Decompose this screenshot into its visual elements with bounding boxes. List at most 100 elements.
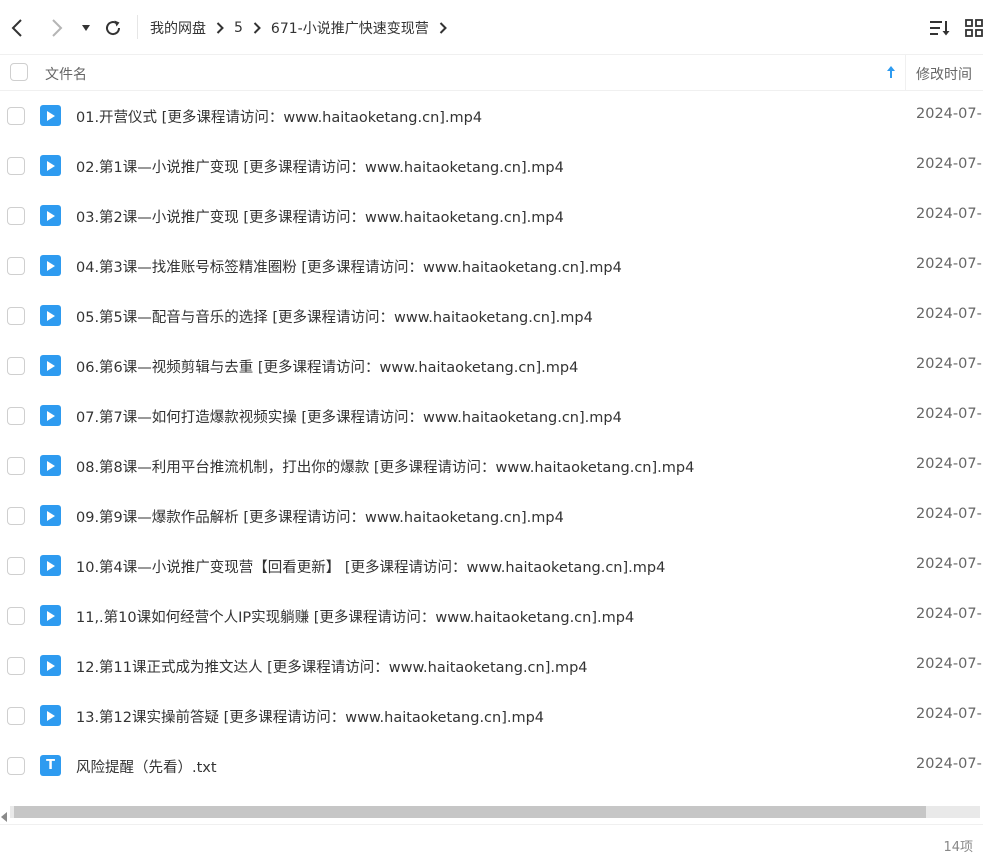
file-row[interactable]: 09.第9课—爆款作品解析 [更多课程请访问：www.haitaoketang.… — [0, 491, 983, 541]
file-name[interactable]: 风险提醒（先看）.txt — [76, 756, 217, 777]
file-modified-date: 2024-07- — [916, 206, 982, 222]
video-file-icon — [40, 555, 61, 576]
column-header-name[interactable]: 文件名 — [45, 64, 87, 84]
row-checkbox[interactable] — [7, 207, 25, 225]
back-button[interactable] — [4, 14, 30, 42]
video-file-icon — [40, 355, 61, 376]
file-modified-date: 2024-07- — [916, 706, 982, 722]
file-modified-date: 2024-07- — [916, 156, 982, 172]
file-name[interactable]: 13.第12课实操前答疑 [更多课程请访问：www.haitaoketang.c… — [76, 706, 544, 727]
row-checkbox[interactable] — [7, 457, 25, 475]
video-file-icon — [40, 255, 61, 276]
row-checkbox[interactable] — [7, 757, 25, 775]
row-checkbox[interactable] — [7, 707, 25, 725]
grid-icon — [965, 19, 983, 37]
refresh-icon — [106, 20, 121, 36]
file-name[interactable]: 10.第4课—小说推广变现营【回看更新】 [更多课程请访问：www.haitao… — [76, 556, 665, 577]
chevron-right-icon — [52, 19, 63, 37]
file-modified-date: 2024-07- — [916, 606, 982, 622]
breadcrumb-item-root[interactable]: 我的网盘 — [150, 18, 206, 38]
file-row[interactable]: 07.第7课—如何打造爆款视频实操 [更多课程请访问：www.haitaoket… — [0, 391, 983, 441]
scrollbar-thumb[interactable] — [14, 806, 926, 818]
history-dropdown-button[interactable] — [73, 14, 99, 42]
file-modified-date: 2024-07- — [916, 556, 982, 572]
row-checkbox[interactable] — [7, 157, 25, 175]
file-name[interactable]: 03.第2课—小说推广变现 [更多课程请访问：www.haitaoketang.… — [76, 206, 564, 227]
video-file-icon — [40, 505, 61, 526]
select-all-checkbox[interactable] — [10, 63, 28, 81]
video-file-icon — [40, 105, 61, 126]
caret-down-icon — [82, 25, 90, 31]
video-file-icon — [40, 305, 61, 326]
breadcrumb-item-current[interactable]: 671-小说推广快速变现营 — [271, 18, 429, 38]
breadcrumb-item-folder-5[interactable]: 5 — [234, 20, 243, 36]
file-modified-date: 2024-07- — [916, 306, 982, 322]
column-divider[interactable] — [905, 55, 906, 91]
video-file-icon — [40, 655, 61, 676]
text-file-icon: T — [40, 755, 61, 776]
file-name[interactable]: 04.第3课—找准账号标签精准圈粉 [更多课程请访问：www.haitaoket… — [76, 256, 622, 277]
file-row[interactable]: 08.第8课—利用平台推流机制，打出你的爆款 [更多课程请访问：www.hait… — [0, 441, 983, 491]
chevron-right-icon[interactable] — [439, 22, 447, 34]
row-checkbox[interactable] — [7, 357, 25, 375]
video-file-icon — [40, 455, 61, 476]
file-modified-date: 2024-07- — [916, 506, 982, 522]
file-row[interactable]: 12.第11课正式成为推文达人 [更多课程请访问：www.haitaoketan… — [0, 641, 983, 691]
video-file-icon — [40, 405, 61, 426]
breadcrumb: 我的网盘 5 671-小说推广快速变现营 — [150, 16, 457, 40]
sort-button[interactable] — [928, 16, 952, 40]
item-count: 14项 — [943, 840, 973, 855]
file-name[interactable]: 11,.第10课如何经营个人IP实现躺赚 [更多课程请访问：www.haitao… — [76, 606, 634, 627]
file-name[interactable]: 02.第1课—小说推广变现 [更多课程请访问：www.haitaoketang.… — [76, 156, 564, 177]
sort-list-icon — [930, 21, 950, 36]
file-row[interactable]: 03.第2课—小说推广变现 [更多课程请访问：www.haitaoketang.… — [0, 191, 983, 241]
file-modified-date: 2024-07- — [916, 656, 982, 672]
row-checkbox[interactable] — [7, 307, 25, 325]
file-row[interactable]: 13.第12课实操前答疑 [更多课程请访问：www.haitaoketang.c… — [0, 691, 983, 741]
column-header-modified-time[interactable]: 修改时间 — [916, 64, 972, 84]
status-bar: 14项 — [0, 824, 983, 855]
file-name[interactable]: 12.第11课正式成为推文达人 [更多课程请访问：www.haitaoketan… — [76, 656, 588, 677]
file-name[interactable]: 01.开营仪式 [更多课程请访问：www.haitaoketang.cn].mp… — [76, 106, 482, 127]
file-row[interactable]: 02.第1课—小说推广变现 [更多课程请访问：www.haitaoketang.… — [0, 141, 983, 191]
row-checkbox[interactable] — [7, 607, 25, 625]
file-list-header: 文件名 修改时间 — [0, 54, 983, 91]
sort-ascending-icon[interactable] — [886, 65, 896, 83]
chevron-left-icon — [11, 19, 22, 37]
chevron-right-icon — [253, 22, 261, 34]
video-file-icon — [40, 605, 61, 626]
file-row[interactable]: 04.第3课—找准账号标签精准圈粉 [更多课程请访问：www.haitaoket… — [0, 241, 983, 291]
file-name[interactable]: 09.第9课—爆款作品解析 [更多课程请访问：www.haitaoketang.… — [76, 506, 564, 527]
grid-view-button[interactable] — [962, 16, 983, 40]
refresh-button[interactable] — [100, 14, 126, 42]
video-file-icon — [40, 705, 61, 726]
file-modified-date: 2024-07- — [916, 256, 982, 272]
horizontal-scrollbar[interactable] — [0, 804, 983, 822]
forward-button[interactable] — [44, 14, 70, 42]
row-checkbox[interactable] — [7, 407, 25, 425]
row-checkbox[interactable] — [7, 657, 25, 675]
file-row[interactable]: T 风险提醒（先看）.txt 2024-07- — [0, 741, 983, 791]
file-row[interactable]: 05.第5课—配音与音乐的选择 [更多课程请访问：www.haitaoketan… — [0, 291, 983, 341]
video-file-icon — [40, 205, 61, 226]
file-modified-date: 2024-07- — [916, 106, 982, 122]
row-checkbox[interactable] — [7, 107, 25, 125]
file-row[interactable]: 10.第4课—小说推广变现营【回看更新】 [更多课程请访问：www.haitao… — [0, 541, 983, 591]
toolbar-divider — [137, 15, 138, 39]
file-name[interactable]: 06.第6课—视频剪辑与去重 [更多课程请访问：www.haitaoketang… — [76, 356, 578, 377]
file-name[interactable]: 08.第8课—利用平台推流机制，打出你的爆款 [更多课程请访问：www.hait… — [76, 456, 694, 477]
file-modified-date: 2024-07- — [916, 756, 982, 772]
file-name[interactable]: 05.第5课—配音与音乐的选择 [更多课程请访问：www.haitaoketan… — [76, 306, 593, 327]
file-modified-date: 2024-07- — [916, 356, 982, 372]
row-checkbox[interactable] — [7, 557, 25, 575]
file-modified-date: 2024-07- — [916, 406, 982, 422]
file-row[interactable]: 11,.第10课如何经营个人IP实现躺赚 [更多课程请访问：www.haitao… — [0, 591, 983, 641]
file-name[interactable]: 07.第7课—如何打造爆款视频实操 [更多课程请访问：www.haitaoket… — [76, 406, 622, 427]
file-row[interactable]: 06.第6课—视频剪辑与去重 [更多课程请访问：www.haitaoketang… — [0, 341, 983, 391]
row-checkbox[interactable] — [7, 257, 25, 275]
row-checkbox[interactable] — [7, 507, 25, 525]
toolbar: 我的网盘 5 671-小说推广快速变现营 — [0, 0, 983, 54]
chevron-right-icon — [216, 22, 224, 34]
video-file-icon — [40, 155, 61, 176]
file-row[interactable]: 01.开营仪式 [更多课程请访问：www.haitaoketang.cn].mp… — [0, 91, 983, 141]
